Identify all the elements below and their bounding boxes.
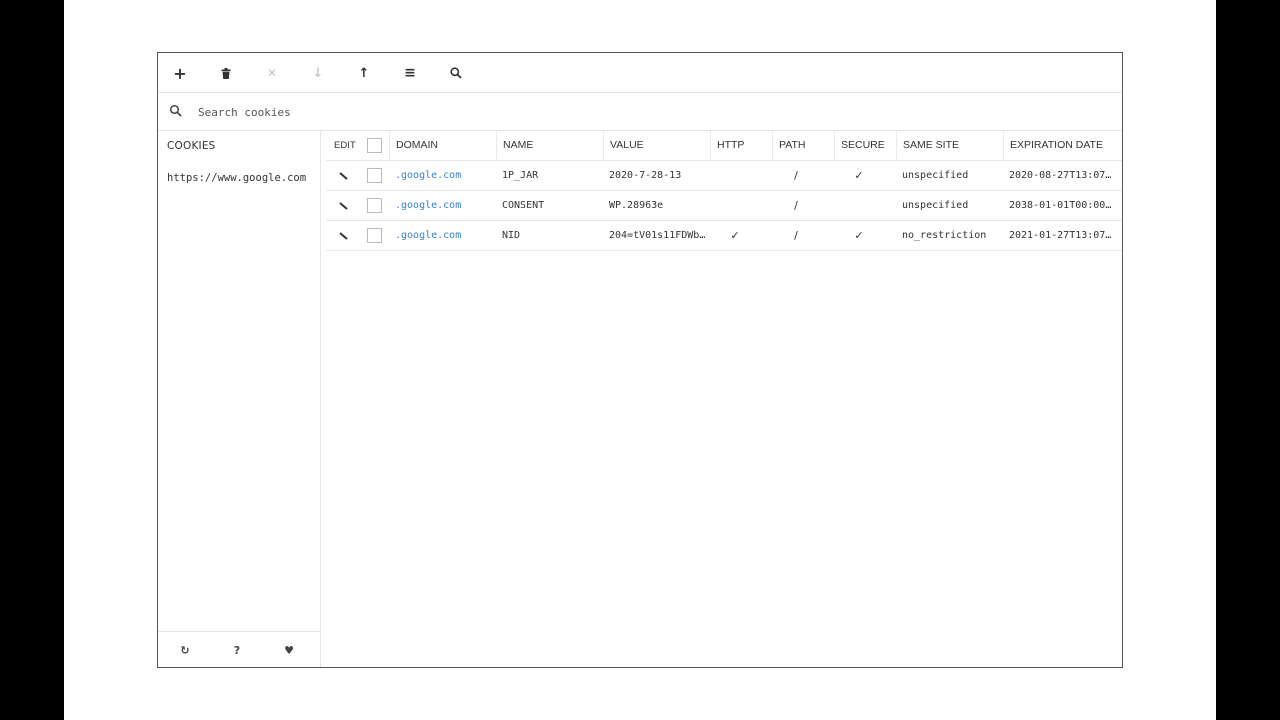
column-name[interactable]: NAME (496, 131, 533, 160)
sidebar: COOKIES https://www.google.com ↻ ? ♥ (158, 131, 321, 667)
column-edit: EDIT (334, 140, 356, 151)
trash-icon (221, 67, 231, 79)
list-view-button[interactable]: ≡ (398, 63, 422, 83)
table-row: .google.com NID 204=tV01s11FDWbK… ✓ / ✓ … (326, 221, 1122, 251)
column-secure[interactable]: SECURE (834, 131, 885, 160)
cookie-http: ✓ (730, 229, 740, 242)
cookie-editor-window: + ✕ ↓ ↑ ≡ Search cookies COOKIES https:/… (157, 52, 1123, 668)
search-icon (450, 67, 462, 79)
refresh-button[interactable]: ↻ (175, 641, 195, 659)
delete-all-button[interactable] (214, 63, 238, 83)
cookie-domain[interactable]: .google.com (395, 191, 495, 220)
refresh-icon: ↻ (180, 643, 190, 657)
cookie-value: 204=tV01s11FDWbK… (609, 230, 709, 241)
row-checkbox[interactable] (367, 228, 382, 243)
arrow-up-icon: ↑ (358, 65, 370, 81)
search-input[interactable] (196, 101, 900, 123)
column-expiration[interactable]: EXPIRATION DATE (1003, 131, 1103, 160)
close-icon: ✕ (266, 66, 278, 80)
help-button[interactable]: ? (227, 641, 247, 659)
cookie-same-site: unspecified (902, 170, 969, 181)
export-button[interactable]: ↑ (352, 63, 376, 83)
cookie-name: 1P_JAR (502, 170, 539, 181)
sidebar-item-google[interactable]: https://www.google.com (167, 172, 306, 184)
cookie-same-site: no_restriction (902, 230, 987, 241)
sidebar-footer: ↻ ? ♥ (158, 631, 320, 667)
table-header: EDIT DOMAIN NAME VALUE HTTP PATH SECURE … (326, 131, 1122, 161)
search-toggle-button[interactable] (444, 63, 468, 83)
cookie-same-site: unspecified (902, 200, 969, 211)
cookie-secure: ✓ (854, 229, 864, 242)
cookie-http (710, 161, 760, 190)
edit-icon[interactable] (337, 199, 351, 213)
plus-icon: + (173, 63, 187, 83)
background-page: + ✕ ↓ ↑ ≡ Search cookies COOKIES https:/… (64, 0, 1216, 720)
delete-selected-button[interactable]: ✕ (260, 63, 284, 83)
column-value[interactable]: VALUE (603, 131, 644, 160)
column-same-site[interactable]: SAME SITE (896, 131, 959, 160)
row-checkbox[interactable] (367, 168, 382, 183)
question-icon: ? (233, 643, 241, 657)
search-bar (158, 93, 1122, 131)
cookie-name: CONSENT (502, 200, 545, 211)
table-row: .google.com CONSENT WP.28963e / unspecif… (326, 191, 1122, 221)
cookie-secure: ✓ (854, 169, 864, 182)
cookie-value: WP.28963e (609, 200, 664, 211)
cookie-name: NID (502, 230, 521, 241)
cookie-path: / (794, 229, 798, 242)
cookie-expiration: 2021-01-27T13:07… (1009, 230, 1112, 241)
column-path[interactable]: PATH (772, 131, 805, 160)
toolbar: + ✕ ↓ ↑ ≡ (158, 53, 1122, 93)
cookie-path: / (794, 169, 798, 182)
heart-icon: ♥ (284, 643, 294, 657)
edit-icon[interactable] (337, 169, 351, 183)
cookie-secure (834, 191, 884, 220)
cookie-value: 2020-7-28-13 (609, 170, 682, 181)
cookie-http (710, 191, 760, 220)
sidebar-header: COOKIES (167, 140, 216, 152)
arrow-down-icon: ↓ (312, 65, 324, 81)
cookie-domain[interactable]: .google.com (395, 221, 495, 250)
cookie-path: / (794, 199, 798, 212)
import-button[interactable]: ↓ (306, 63, 330, 83)
select-all-checkbox[interactable] (367, 138, 382, 153)
column-http[interactable]: HTTP (710, 131, 744, 160)
table-row: .google.com 1P_JAR 2020-7-28-13 / ✓ unsp… (326, 161, 1122, 191)
cookie-expiration: 2020-08-27T13:07… (1009, 170, 1112, 181)
cookie-domain[interactable]: .google.com (395, 161, 495, 190)
row-checkbox[interactable] (367, 198, 382, 213)
list-icon: ≡ (404, 65, 416, 81)
search-icon (169, 104, 182, 117)
column-domain[interactable]: DOMAIN (389, 131, 438, 160)
add-cookie-button[interactable]: + (168, 63, 192, 83)
favorite-button[interactable]: ♥ (279, 641, 299, 659)
edit-icon[interactable] (337, 229, 351, 243)
cookie-expiration: 2038-01-01T00:00… (1009, 200, 1112, 211)
cookies-table: EDIT DOMAIN NAME VALUE HTTP PATH SECURE … (326, 131, 1122, 251)
